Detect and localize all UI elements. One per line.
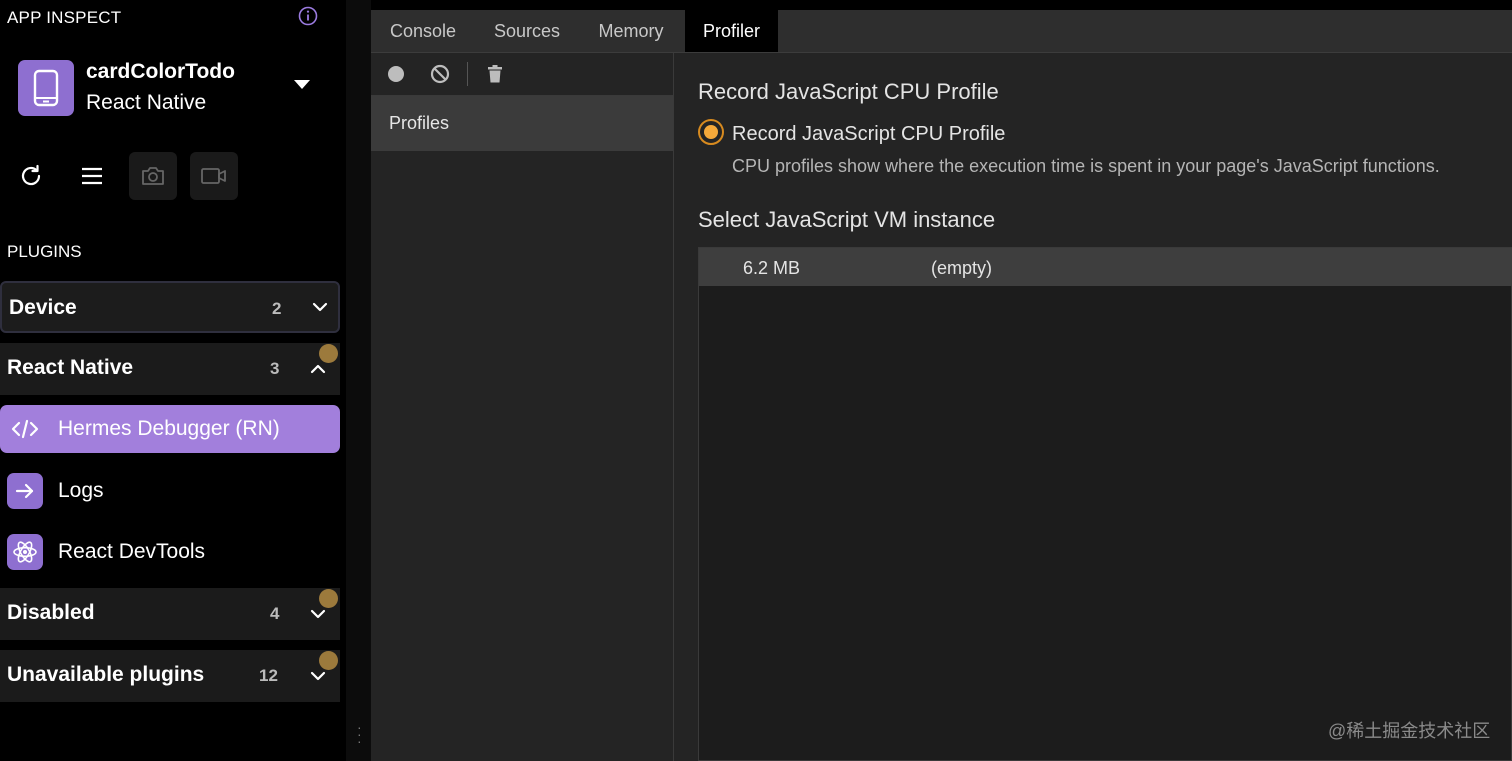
- tab-sources[interactable]: Sources: [475, 10, 579, 52]
- reload-button[interactable]: [7, 152, 55, 200]
- chevron-down-icon[interactable]: [310, 297, 330, 317]
- tab-profiler[interactable]: Profiler: [685, 10, 778, 52]
- plugin-react-devtools[interactable]: React DevTools: [0, 528, 340, 576]
- clear-icon[interactable]: [429, 63, 451, 85]
- watermark: @稀土掘金技术社区: [1328, 721, 1491, 741]
- plugin-label: React DevTools: [58, 540, 206, 563]
- toolbar-separator: [467, 62, 468, 86]
- section-count: 3: [270, 359, 280, 378]
- tab-memory[interactable]: Memory: [579, 10, 683, 52]
- sidebar: APP INSPECT cardColorTodo React Native P…: [0, 0, 346, 761]
- plugins-heading: PLUGINS: [7, 242, 82, 261]
- plugin-label: Logs: [58, 479, 104, 502]
- radio-selected-dot: [704, 125, 718, 139]
- section-disabled[interactable]: Disabled 4: [0, 588, 340, 640]
- screenshot-button[interactable]: [129, 152, 177, 200]
- profiles-label: Profiles: [389, 113, 450, 133]
- vm-instance-list: 6.2 MB (empty): [698, 247, 1512, 761]
- section-device[interactable]: Device 2: [0, 281, 340, 333]
- video-icon: [201, 168, 226, 184]
- menu-button[interactable]: [68, 152, 116, 200]
- section-unavailable-plugins[interactable]: Unavailable plugins 12: [0, 650, 340, 702]
- app-inspect-title: APP INSPECT: [7, 8, 122, 27]
- resize-grip-icon[interactable]: · · ·: [357, 720, 362, 748]
- notification-badge: [319, 651, 338, 670]
- record-cpu-profile-radio[interactable]: [698, 119, 724, 145]
- select-vm-heading: Select JavaScript VM instance: [698, 207, 996, 232]
- vm-instance-size: 6.2 MB: [743, 258, 801, 278]
- vm-instance-name: (empty): [931, 258, 993, 278]
- tab-console[interactable]: Console: [371, 10, 475, 52]
- record-cpu-profile-description: CPU profiles show where the execution ti…: [732, 156, 1440, 176]
- camera-icon: [142, 167, 164, 185]
- record-cpu-profile-label[interactable]: Record JavaScript CPU Profile: [732, 123, 1005, 146]
- profiler-toolbar: [371, 53, 673, 96]
- app-name[interactable]: cardColorTodo: [86, 60, 235, 84]
- trash-icon[interactable]: [484, 63, 506, 85]
- app-selector-chevron-down-icon[interactable]: [294, 80, 310, 89]
- profiles-sidebar: Profiles: [371, 53, 674, 761]
- profiler-content: Record JavaScript CPU Profile Record Jav…: [674, 53, 1512, 761]
- plugin-label: Hermes Debugger (RN): [58, 417, 280, 440]
- vm-instance-row[interactable]: 6.2 MB (empty): [699, 248, 1512, 286]
- sidebar-resize-divider[interactable]: [346, 0, 371, 761]
- profiles-list-item[interactable]: Profiles: [371, 96, 673, 151]
- section-label: Unavailable plugins: [7, 663, 205, 686]
- notification-badge: [319, 344, 338, 363]
- menu-icon: [82, 167, 102, 185]
- section-count: 2: [272, 299, 282, 318]
- arrow-right-icon: [7, 473, 43, 509]
- devtools-tabbar: Console Sources Memory Profiler: [371, 10, 1512, 53]
- react-atom-icon: [7, 534, 43, 570]
- code-icon: [7, 411, 43, 447]
- app-platform[interactable]: React Native: [86, 91, 206, 115]
- section-label: React Native: [7, 356, 134, 379]
- record-video-button[interactable]: [190, 152, 238, 200]
- section-count: 4: [270, 604, 280, 623]
- plugin-hermes-debugger[interactable]: Hermes Debugger (RN): [0, 405, 340, 453]
- plugin-logs[interactable]: Logs: [0, 467, 340, 515]
- notification-badge: [319, 589, 338, 608]
- section-label: Disabled: [7, 601, 95, 624]
- info-icon[interactable]: [298, 6, 318, 26]
- record-icon[interactable]: [385, 63, 407, 85]
- section-count: 12: [259, 666, 278, 685]
- record-profile-heading: Record JavaScript CPU Profile: [698, 79, 999, 104]
- device-phone-icon: [18, 60, 74, 116]
- section-label: Device: [9, 296, 77, 319]
- reload-icon: [21, 164, 41, 186]
- section-react-native[interactable]: React Native 3: [0, 343, 340, 395]
- devtools-panel: Console Sources Memory Profiler Profiles: [371, 10, 1512, 761]
